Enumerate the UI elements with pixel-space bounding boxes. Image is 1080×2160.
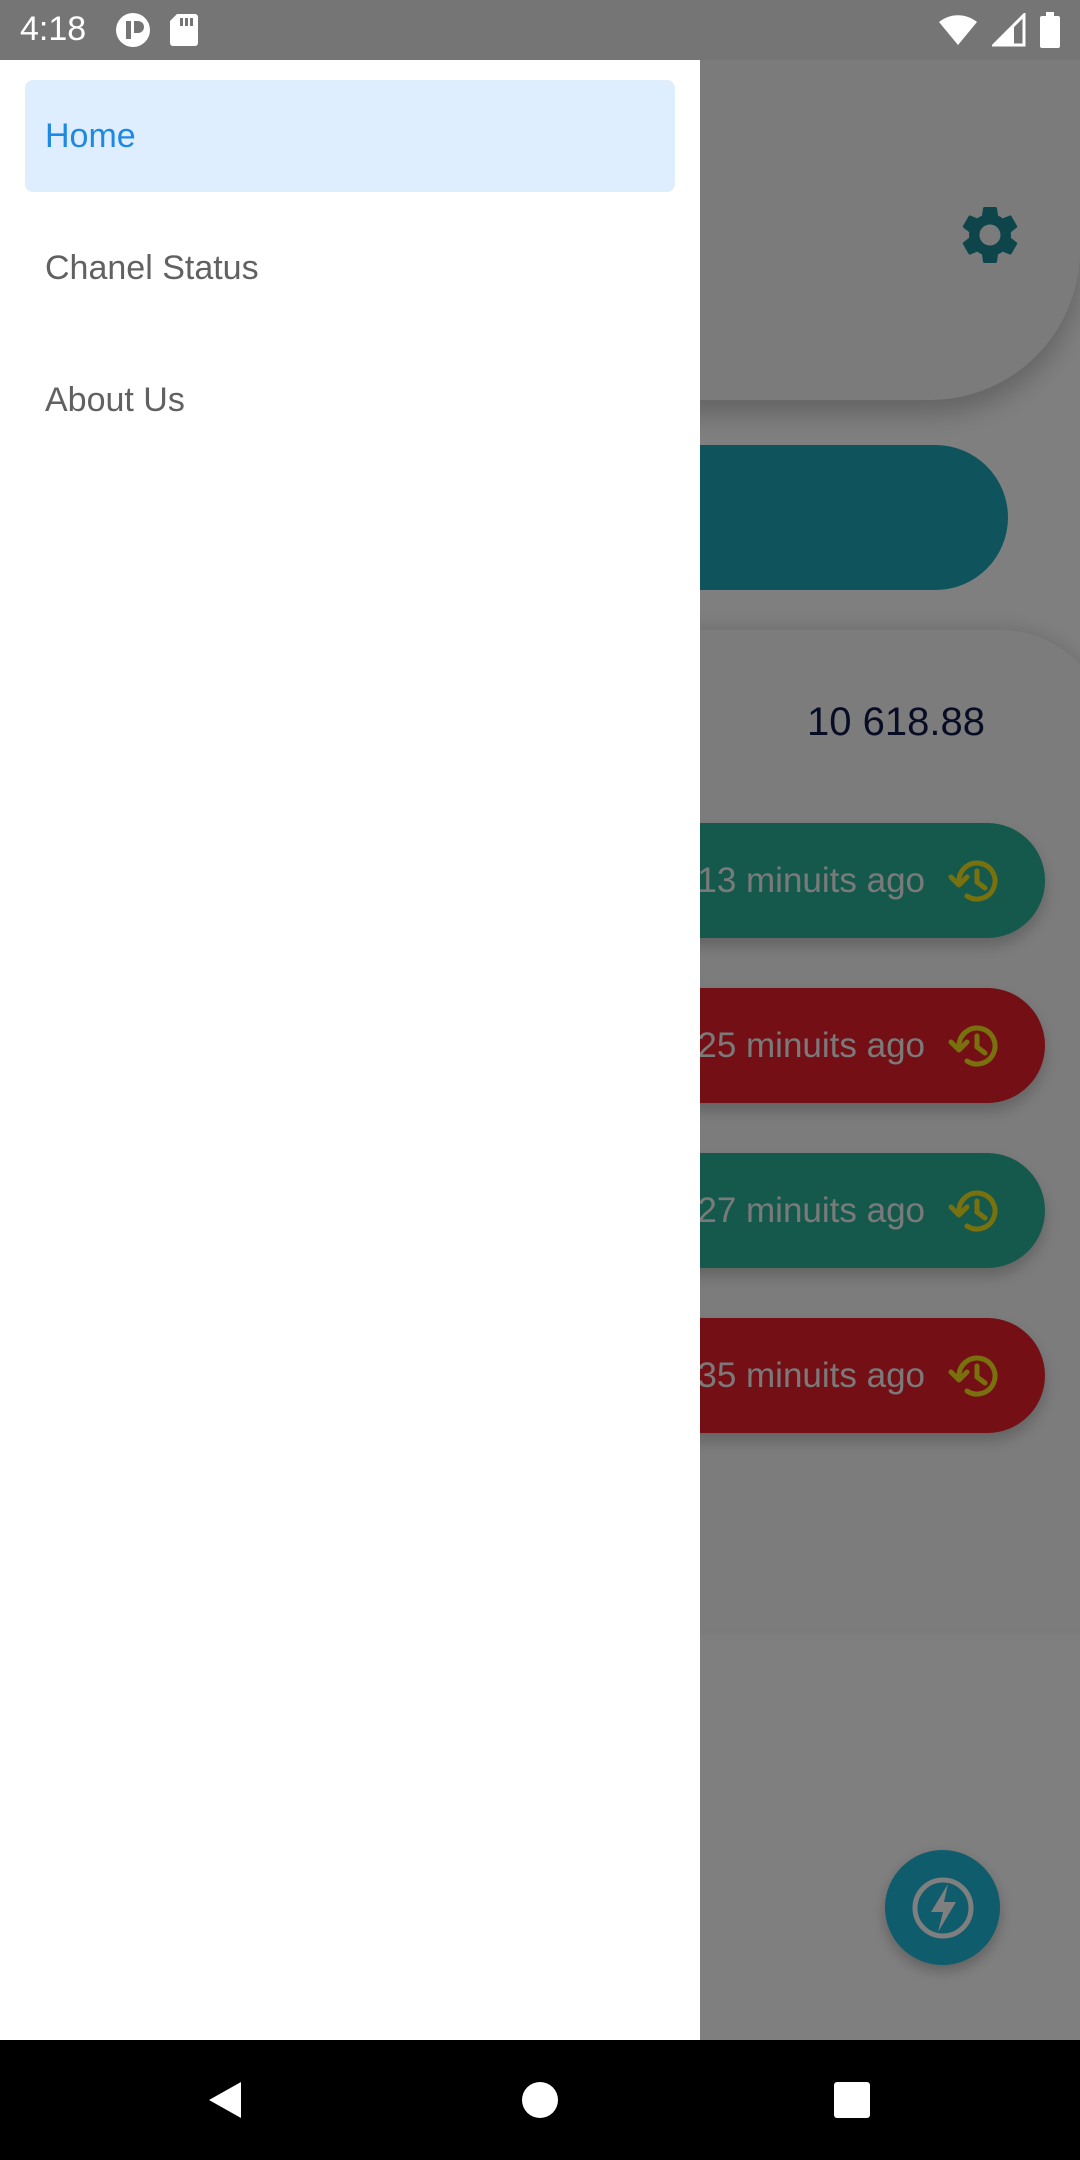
system-nav-bar xyxy=(0,2040,1080,2160)
drawer-item-label: Home xyxy=(45,116,136,155)
app-notification-icon xyxy=(116,13,150,47)
drawer-item-about-us[interactable]: About Us xyxy=(25,344,675,456)
drawer-item-chanel-status[interactable]: Chanel Status xyxy=(25,212,675,324)
navigation-drawer: Home Chanel Status About Us xyxy=(0,60,700,2040)
nav-recents-button[interactable] xyxy=(792,2040,912,2160)
drawer-item-label: About Us xyxy=(45,380,185,419)
nav-back-button[interactable] xyxy=(165,2040,285,2160)
wifi-icon xyxy=(939,15,977,45)
cell-signal-icon xyxy=(992,13,1026,47)
status-time: 4:18 xyxy=(20,10,87,48)
drawer-item-home[interactable]: Home xyxy=(25,80,675,192)
sd-card-icon xyxy=(170,14,198,46)
home-icon xyxy=(522,2082,558,2118)
drawer-item-label: Chanel Status xyxy=(45,248,259,287)
battery-icon xyxy=(1040,12,1060,48)
recents-icon xyxy=(834,2082,870,2118)
back-icon xyxy=(209,2082,241,2118)
status-bar: 4:18 xyxy=(0,0,1080,60)
nav-home-button[interactable] xyxy=(480,2040,600,2160)
